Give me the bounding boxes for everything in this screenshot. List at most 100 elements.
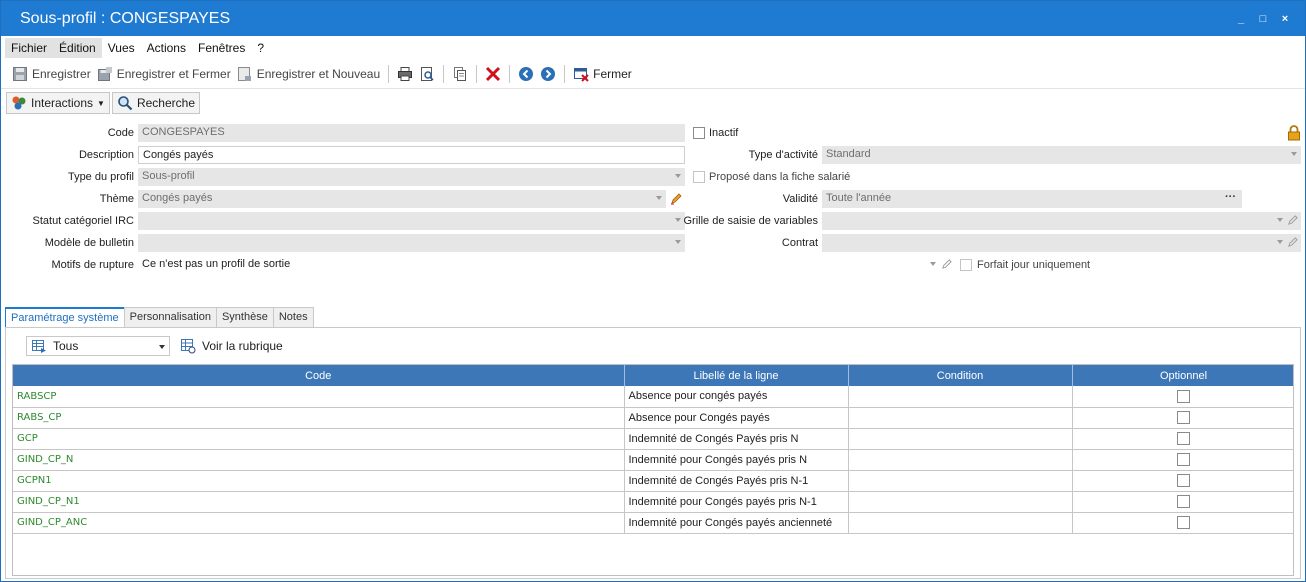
menu-fichier[interactable]: Fichier (5, 37, 54, 58)
filter-value: Tous (53, 339, 79, 353)
interactions-label: Interactions (31, 96, 94, 110)
validite-value: Toute l'année (826, 192, 892, 204)
optionnel-checkbox[interactable] (1177, 389, 1190, 403)
lock-icon (1288, 125, 1300, 141)
toolbar-separator (388, 64, 390, 83)
menu-help[interactable]: ? (251, 38, 270, 58)
table-row[interactable]: RABSCP Absence pour congés payés (13, 386, 1293, 408)
save-new-button[interactable]: Enregistrer et Nouveau (234, 64, 383, 84)
copy-button[interactable] (449, 64, 471, 84)
grille-select[interactable] (822, 212, 1301, 230)
edit-pencil-icon[interactable] (1287, 237, 1298, 248)
forfait-jour-checkbox[interactable] (960, 259, 972, 271)
row-optionnel (1072, 491, 1293, 513)
optionnel-checkbox[interactable] (1177, 453, 1190, 466)
row-libelle: Indemnité pour Congés payés pris N (624, 449, 849, 471)
optionnel-checkbox[interactable] (1177, 411, 1190, 424)
table-row[interactable]: RABS_CP Absence pour Congés payés (13, 407, 1293, 429)
save-close-label: Enregistrer et Fermer (116, 66, 231, 81)
close-button[interactable]: × (1279, 13, 1291, 25)
statut-irc-label: Statut catégoriel IRC (32, 215, 135, 227)
menu-edition[interactable]: Édition (53, 37, 102, 58)
optionnel-checkbox[interactable] (1177, 516, 1190, 529)
tab-notes[interactable]: Notes (272, 307, 314, 327)
tab-parametrage-systeme[interactable]: Paramétrage système (5, 307, 125, 327)
next-button[interactable] (537, 64, 559, 84)
table-row[interactable]: GIND_CP_N1 Indemnité pour Congés payés p… (13, 491, 1293, 513)
save-close-button[interactable]: Enregistrer et Fermer (94, 64, 234, 84)
row-libelle: Absence pour Congés payés (624, 407, 849, 429)
print-preview-button[interactable] (416, 64, 438, 84)
save-button[interactable]: Enregistrer (9, 64, 94, 84)
motifs-rupture-label: Motifs de rupture (51, 259, 134, 271)
table-row[interactable]: GIND_CP_N Indemnité pour Congés payés pr… (13, 449, 1293, 471)
type-profil-value: Sous-profil (142, 170, 195, 182)
statut-irc-select[interactable] (138, 212, 685, 230)
optionnel-checkbox[interactable] (1177, 474, 1190, 487)
arrow-right-circle-icon (541, 66, 556, 81)
row-optionnel (1072, 428, 1293, 450)
optionnel-checkbox[interactable] (1177, 432, 1190, 445)
code-field[interactable]: CONGESPAYES (138, 124, 685, 142)
table-row[interactable]: GIND_CP_ANC Indemnité pour Congés payés … (13, 512, 1293, 534)
validite-label: Validité (782, 193, 818, 205)
modele-bulletin-select[interactable] (138, 234, 685, 252)
motifs-rupture-select[interactable]: Ce n'est pas un profil de sortie (138, 256, 958, 274)
description-field[interactable]: Congés payés (138, 146, 685, 164)
previous-button[interactable] (515, 64, 537, 84)
column-header-code[interactable]: Code (13, 365, 625, 386)
type-activite-label: Type d'activité (748, 149, 818, 161)
voir-rubrique-button[interactable]: Voir la rubrique (180, 336, 283, 356)
floppy-icon (13, 66, 27, 81)
interactions-icon (12, 96, 26, 110)
close-form-button[interactable]: Fermer (570, 64, 635, 84)
toolbar-separator (564, 64, 566, 83)
main-toolbar: Enregistrer Enregistrer et Fermer Enregi… (1, 59, 1305, 89)
floppy-new-icon (237, 66, 251, 81)
column-header-condition[interactable]: Condition (848, 365, 1073, 386)
menu-actions[interactable]: Actions (141, 38, 192, 58)
delete-x-icon (486, 66, 501, 81)
maximize-button[interactable]: □ (1257, 13, 1269, 25)
tab-personnalisation[interactable]: Personnalisation (123, 307, 217, 327)
table-row[interactable]: GCP Indemnité de Congés Payés pris N (13, 428, 1293, 450)
column-header-libelle[interactable]: Libellé de la ligne (624, 365, 849, 386)
edit-pencil-icon[interactable] (670, 193, 682, 205)
close-form-icon (574, 67, 589, 82)
chevron-down-icon (675, 174, 681, 178)
column-header-optionnel[interactable]: Optionnel (1072, 365, 1293, 386)
edit-pencil-icon[interactable] (941, 259, 952, 270)
row-condition (848, 449, 1073, 471)
filter-select[interactable]: Tous (26, 336, 170, 356)
propose-checkbox[interactable] (693, 171, 705, 183)
grid-filter-icon (32, 340, 46, 353)
chevron-down-icon: ▼ (97, 98, 105, 108)
search-button[interactable]: Recherche (111, 92, 200, 114)
type-activite-select[interactable]: Standard (822, 146, 1301, 164)
table-row[interactable]: GCPN1 Indemnité de Congés Payés pris N-1 (13, 470, 1293, 492)
interactions-button[interactable]: Interactions ▼ (6, 92, 110, 114)
menu-fenetres[interactable]: Fenêtres (192, 38, 251, 58)
tab-synthese[interactable]: Synthèse (215, 307, 274, 327)
optionnel-checkbox[interactable] (1177, 495, 1190, 508)
print-button[interactable] (394, 64, 416, 84)
menu-vues[interactable]: Vues (102, 38, 141, 58)
rubriques-table: Code Libellé de la ligne Condition Optio… (13, 365, 1293, 534)
theme-select[interactable]: Congés payés (138, 190, 666, 208)
validite-field[interactable]: Toute l'année ··· (822, 190, 1242, 208)
minimize-button[interactable]: _ (1235, 13, 1247, 25)
close-form-label: Fermer (593, 66, 632, 81)
row-optionnel (1072, 470, 1293, 492)
contrat-select[interactable] (822, 234, 1301, 252)
table-header-row: Code Libellé de la ligne Condition Optio… (13, 365, 1293, 386)
row-code: GIND_CP_N (13, 449, 625, 471)
tab-strip: Paramétrage système Personnalisation Syn… (5, 307, 314, 327)
type-profil-select[interactable]: Sous-profil (138, 168, 685, 186)
delete-button[interactable] (482, 64, 504, 84)
validite-ellipsis-button[interactable]: ··· (1225, 191, 1236, 203)
inactif-checkbox[interactable] (693, 127, 705, 139)
edit-pencil-icon[interactable] (1287, 215, 1298, 226)
row-libelle: Absence pour congés payés (624, 386, 849, 408)
contrat-label: Contrat (781, 237, 818, 249)
theme-value: Congés payés (142, 192, 213, 204)
